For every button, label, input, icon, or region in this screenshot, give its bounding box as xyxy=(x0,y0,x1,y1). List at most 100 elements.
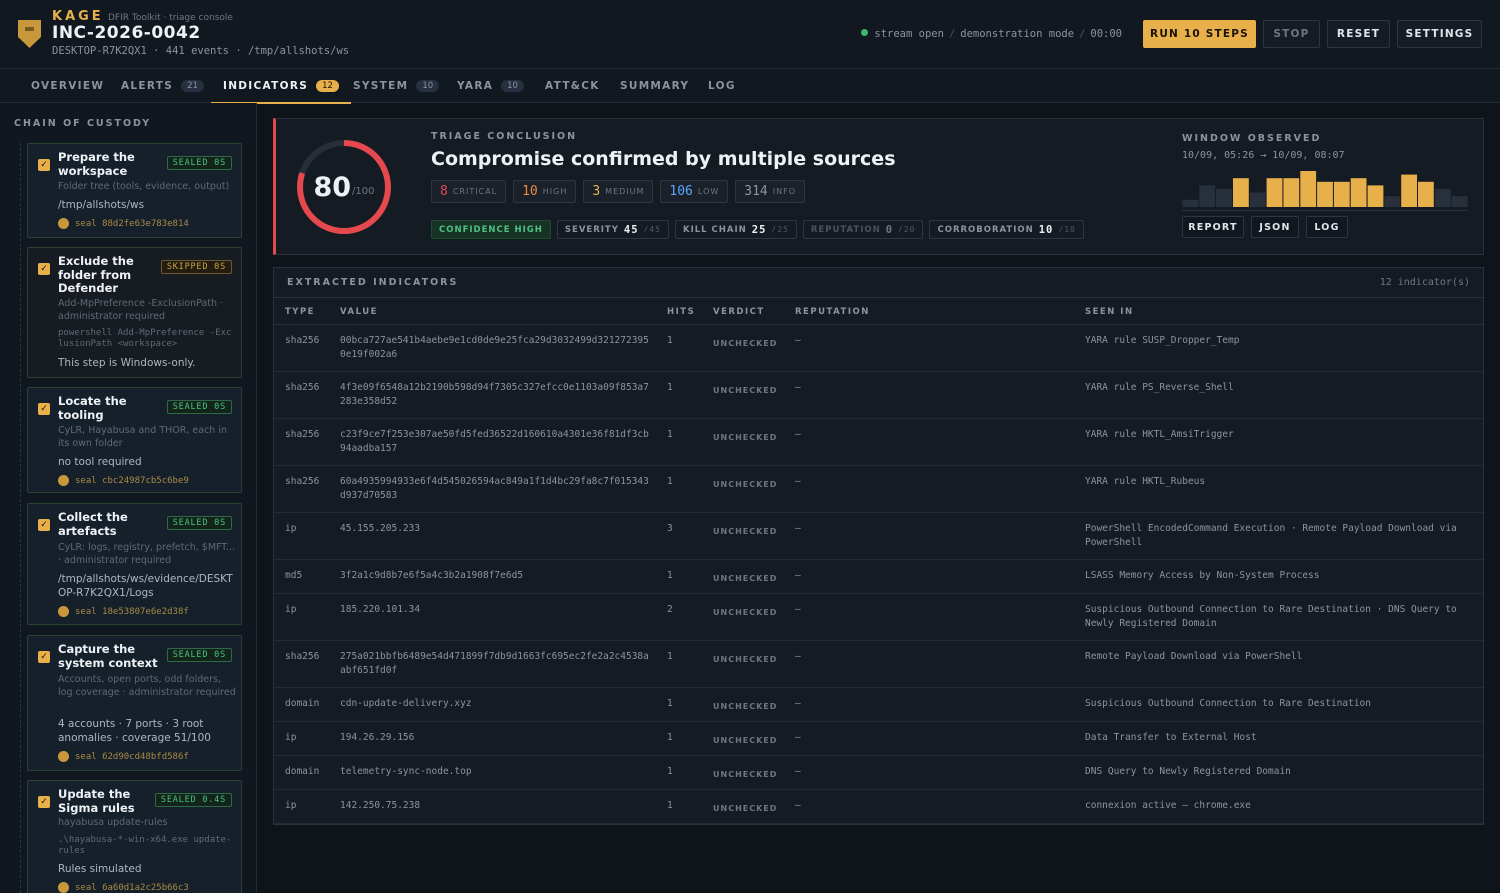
indicator-seen-in: YARA rule PS_Reverse_Shell xyxy=(1085,382,1234,393)
indicator-type: sha256 xyxy=(285,382,320,393)
table-row[interactable]: sha256 60a4935994933e6f4d545026594ac849a1… xyxy=(274,466,1483,513)
table-row[interactable]: ip 185.220.101.34 2 UNCHECKED — Suspicious Ou… xyxy=(274,594,1483,641)
checkbox-checked-icon[interactable]: ✓ xyxy=(38,403,50,415)
indicator-hits: 1 xyxy=(667,476,673,487)
tab-bar: OVERVIEW ALERTS 21 INDICATORS 12 SYSTEM 10 … xyxy=(0,69,1500,104)
tab-overview[interactable]: OVERVIEW xyxy=(31,69,104,103)
custody-step[interactable]: ✓ Exclude the folder from Defender SKIPP… xyxy=(27,247,242,378)
step-status-badge: SEALED 0S xyxy=(166,648,232,662)
step-title: Collect the artefacts xyxy=(58,510,128,538)
step-seal: seal 62d90cd48bfd586f xyxy=(58,751,189,762)
indicator-type: sha256 xyxy=(285,429,320,440)
table-row[interactable]: sha256 275a021bbfb6489e54d471899f7db9d166… xyxy=(274,641,1483,688)
column-header-seen-in[interactable]: SEEN IN xyxy=(1085,307,1134,317)
indicator-value: 00bca727ae541b4aebe9e1cd0de9e25fca29d303… xyxy=(340,335,649,360)
custody-step[interactable]: ✓ Capture the system context SEALED 0S A… xyxy=(27,635,242,771)
window-label: WINDOW OBSERVED xyxy=(1182,133,1322,144)
step-seal: seal cbc24987cb5c6be9 xyxy=(58,475,189,486)
indicator-seen-in: Remote Payload Download via PowerShell xyxy=(1085,651,1303,662)
table-row[interactable]: domain cdn-update-delivery.xyz 1 UNCHECKED —… xyxy=(274,688,1483,722)
histogram-bar xyxy=(1266,178,1283,207)
table-row[interactable]: sha256 00bca727ae541b4aebe9e1cd0de9e25fca… xyxy=(274,325,1483,372)
step-command: powershell Add-MpPreference -ExclusionPa… xyxy=(58,328,232,349)
seal-icon xyxy=(58,882,69,893)
severity-critical: 8 critical xyxy=(431,180,507,203)
indicator-value: 194.26.29.156 xyxy=(340,732,415,743)
checkbox-checked-icon[interactable]: ✓ xyxy=(38,651,50,663)
tab-indicators[interactable]: INDICATORS 12 xyxy=(211,69,351,104)
stop-button[interactable]: STOP xyxy=(1263,20,1320,48)
tab-log[interactable]: LOG xyxy=(708,69,736,103)
indicator-reputation: — xyxy=(795,523,801,534)
custody-step[interactable]: ✓ Locate the tooling SEALED 0S CyLR, Hay… xyxy=(27,387,242,493)
indicator-seen-in: YARA rule HKTL_Rubeus xyxy=(1085,476,1206,487)
extracted-indicators-table: EXTRACTED INDICATORS 12 indicator(s) TYP… xyxy=(273,267,1484,825)
indicator-count: 12 indicator(s) xyxy=(1379,277,1470,288)
table-header-bar: EXTRACTED INDICATORS 12 indicator(s) xyxy=(274,268,1483,298)
indicator-reputation: — xyxy=(795,800,801,811)
histogram-bar xyxy=(1418,181,1434,207)
indicator-value: 142.250.75.238 xyxy=(340,800,421,811)
custody-step[interactable]: ✓ Prepare the workspace SEALED 0S Folder… xyxy=(27,143,242,238)
indicator-type: md5 xyxy=(285,570,303,581)
brand-name: KAGE xyxy=(52,9,104,24)
tab-system[interactable]: SYSTEM 10 xyxy=(353,69,440,103)
confidence-badge: CONFIDENCE HIGH xyxy=(431,220,551,239)
log-button[interactable]: LOG xyxy=(1306,216,1348,238)
settings-button[interactable]: SETTINGS xyxy=(1397,20,1482,48)
indicator-seen-in: Suspicious Outbound Connection to Rare D… xyxy=(1085,604,1457,629)
histogram-bar xyxy=(1216,189,1232,207)
table-column-headers: TYPE VALUE HITS VERDICT REPUTATION SEEN … xyxy=(274,298,1483,325)
indicator-seen-in: LSASS Memory Access by Non-System Proces… xyxy=(1085,570,1320,581)
column-header-verdict[interactable]: VERDICT xyxy=(713,307,765,317)
json-button[interactable]: JSON xyxy=(1251,216,1299,238)
table-row[interactable]: sha256 c23f9ce7f253e307ae50fd5fed36522d16… xyxy=(274,419,1483,466)
column-header-reputation[interactable]: REPUTATION xyxy=(795,307,870,317)
shield-logo-icon xyxy=(18,20,41,48)
indicator-verdict: UNCHECKED xyxy=(713,608,778,617)
checkbox-checked-icon[interactable]: ✓ xyxy=(38,796,50,808)
indicator-seen-in: connexion active — chrome.exe xyxy=(1085,800,1251,811)
table-row[interactable]: ip 45.155.205.233 3 UNCHECKED — PowerShell En… xyxy=(274,513,1483,560)
table-row[interactable]: ip 142.250.75.238 1 UNCHECKED — connexion act… xyxy=(274,790,1483,824)
score-severity: SEVERITY 45/45 xyxy=(556,220,669,239)
step-output: /tmp/allshots/ws xyxy=(58,199,145,211)
reset-button[interactable]: RESET xyxy=(1327,20,1390,48)
custody-step[interactable]: ✓ Update the Sigma rules SEALED 0.4S hay… xyxy=(27,780,242,893)
tab-attack[interactable]: ATT&CK xyxy=(545,69,600,103)
step-command: .\hayabusa-*-win-x64.exe update-rules xyxy=(58,835,232,856)
indicator-seen-in: YARA rule HKTL_AmsiTrigger xyxy=(1085,429,1234,440)
custody-step[interactable]: ✓ Collect the artefacts SEALED 0S CyLR: … xyxy=(27,503,242,625)
indicator-reputation: — xyxy=(795,732,801,743)
app-header: KAGE DFIR Toolkit · triage console INC-2… xyxy=(0,0,1500,69)
column-header-type[interactable]: TYPE xyxy=(285,307,315,317)
report-button[interactable]: REPORT xyxy=(1182,216,1244,238)
table-row[interactable]: ip 194.26.29.156 1 UNCHECKED — Data Transfer … xyxy=(274,722,1483,756)
score-corroboration: CORROBORATION 10/10 xyxy=(929,220,1084,239)
tab-alerts[interactable]: ALERTS 21 xyxy=(121,69,204,103)
checkbox-checked-icon[interactable]: ✓ xyxy=(38,263,50,275)
indicator-hits: 1 xyxy=(667,732,673,743)
histogram-bar xyxy=(1182,199,1199,207)
status-dot-icon xyxy=(861,29,869,36)
checkbox-checked-icon[interactable]: ✓ xyxy=(38,159,50,171)
step-description: CyLR, Hayabusa and THOR, each in its own… xyxy=(58,425,227,449)
table-row[interactable]: domain telemetry-sync-node.top 1 UNCHECKED —… xyxy=(274,756,1483,790)
step-title: Capture the system context xyxy=(58,642,158,670)
column-header-hits[interactable]: HITS xyxy=(667,307,695,317)
severity-medium: 3 medium xyxy=(583,180,654,203)
severity-high: 10 high xyxy=(513,180,577,203)
indicator-type: domain xyxy=(285,698,320,709)
tab-summary[interactable]: SUMMARY xyxy=(620,69,689,103)
divider xyxy=(1182,210,1468,211)
tab-yara[interactable]: YARA 10 xyxy=(457,69,524,103)
table-row[interactable]: md5 3f2a1c9d8b7e6f5a4c3b2a1908f7e6d5 1 UNCH… xyxy=(274,560,1483,594)
seal-icon xyxy=(58,606,69,617)
step-seal: seal 88d2fe63e783e814 xyxy=(58,218,189,229)
checkbox-checked-icon[interactable]: ✓ xyxy=(38,519,50,531)
indicator-hits: 2 xyxy=(667,604,673,615)
column-header-value[interactable]: VALUE xyxy=(340,307,378,317)
table-row[interactable]: sha256 4f3e09f6548a12b2190b598d94f7305c32… xyxy=(274,372,1483,419)
tab-count-badge: 21 xyxy=(181,80,204,92)
run-steps-button[interactable]: RUN 10 STEPS xyxy=(1143,20,1256,48)
